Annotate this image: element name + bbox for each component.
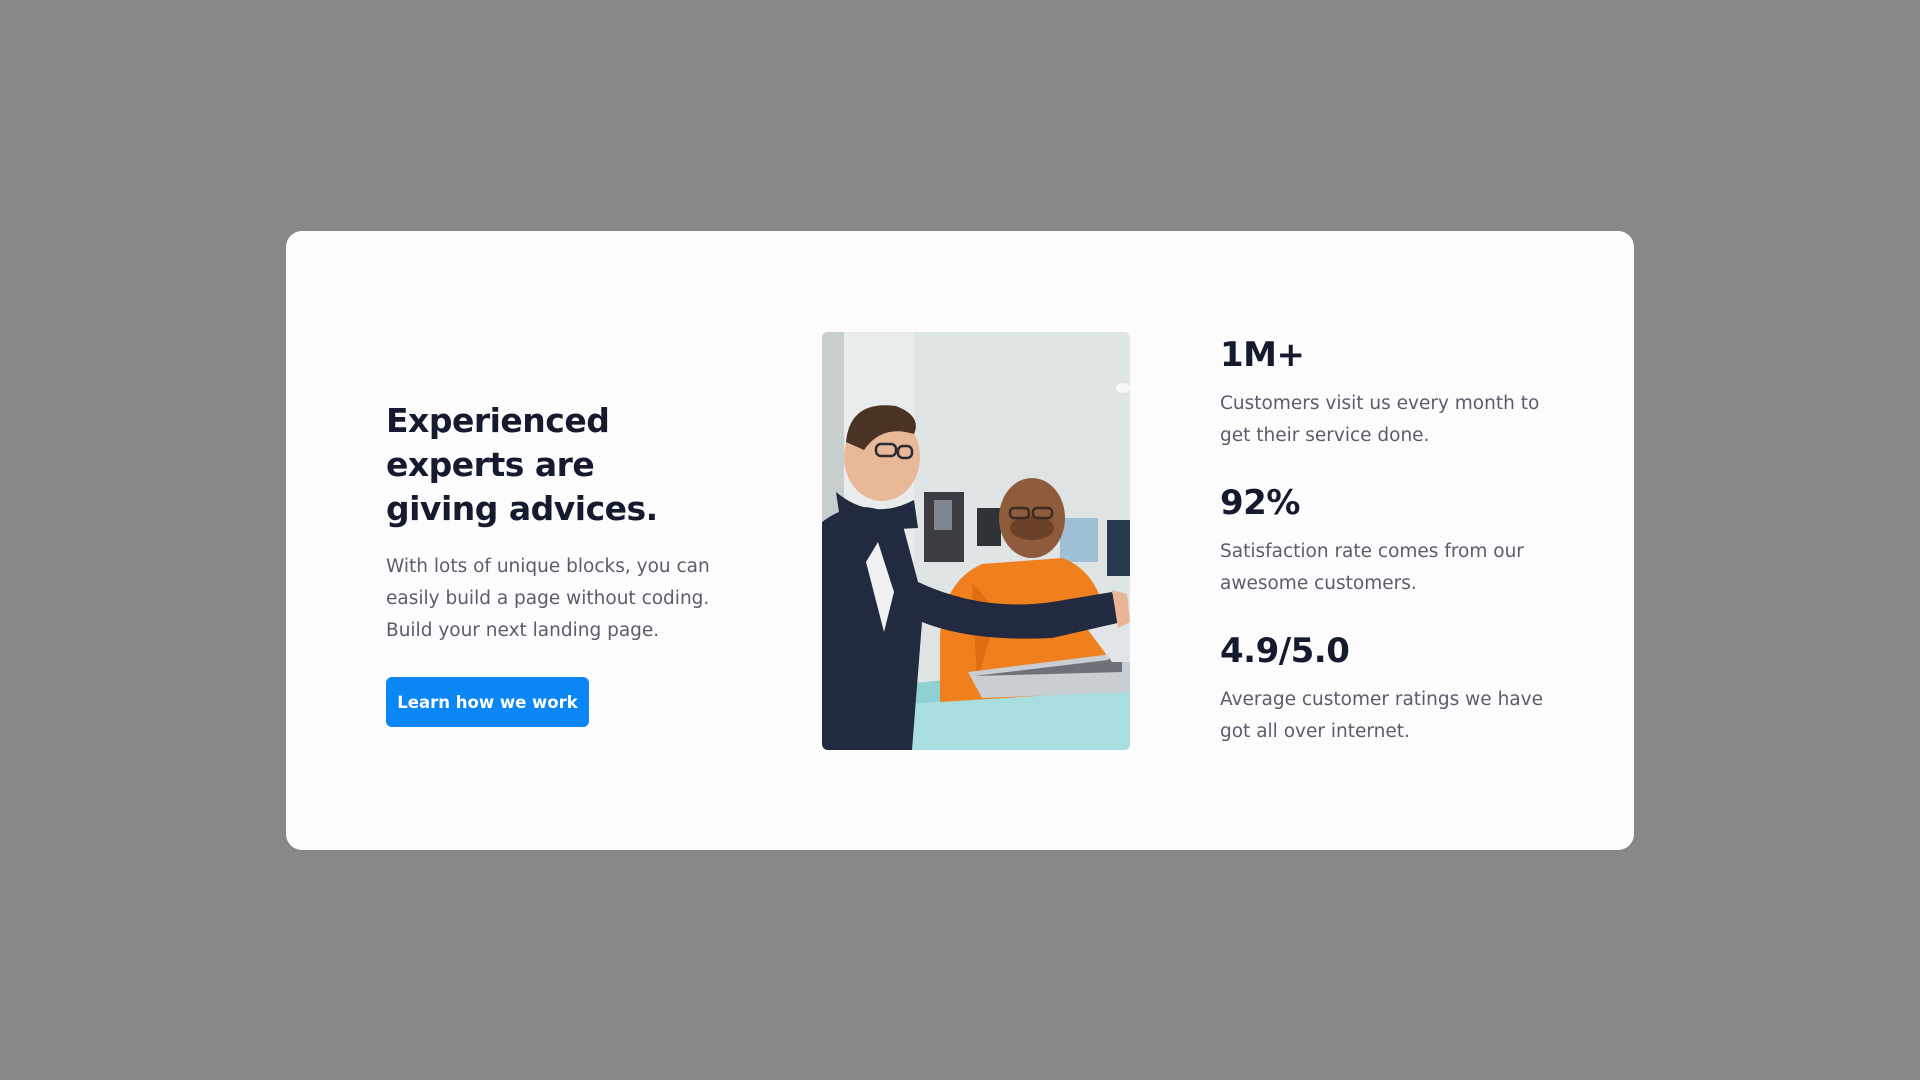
stat-item-ratings: 4.9/5.0 Average customer ratings we have… <box>1220 629 1550 748</box>
stat-description: Satisfaction rate comes from our awesome… <box>1220 541 1524 594</box>
hero-text-block: Experienced experts are giving advices. … <box>386 399 716 727</box>
office-photo-illustration <box>822 332 1130 750</box>
page-title: Experienced experts are giving advices. <box>386 401 658 528</box>
hero-description: With lots of unique blocks, you can easi… <box>386 556 710 641</box>
stat-item-satisfaction: 92% Satisfaction rate comes from our awe… <box>1220 481 1550 600</box>
stat-value: 1M+ <box>1220 335 1305 375</box>
stat-value: 4.9/5.0 <box>1220 631 1350 671</box>
office-photo <box>822 332 1130 750</box>
content-card: Experienced experts are giving advices. … <box>286 231 1634 850</box>
stat-description: Customers visit us every month to get th… <box>1220 393 1540 446</box>
stats-list: 1M+ Customers visit us every month to ge… <box>1220 333 1550 777</box>
learn-how-we-work-button[interactable]: Learn how we work <box>386 677 589 727</box>
stat-item-visitors: 1M+ Customers visit us every month to ge… <box>1220 333 1550 452</box>
stat-description: Average customer ratings we have got all… <box>1220 689 1543 742</box>
stat-value: 92% <box>1220 483 1300 523</box>
